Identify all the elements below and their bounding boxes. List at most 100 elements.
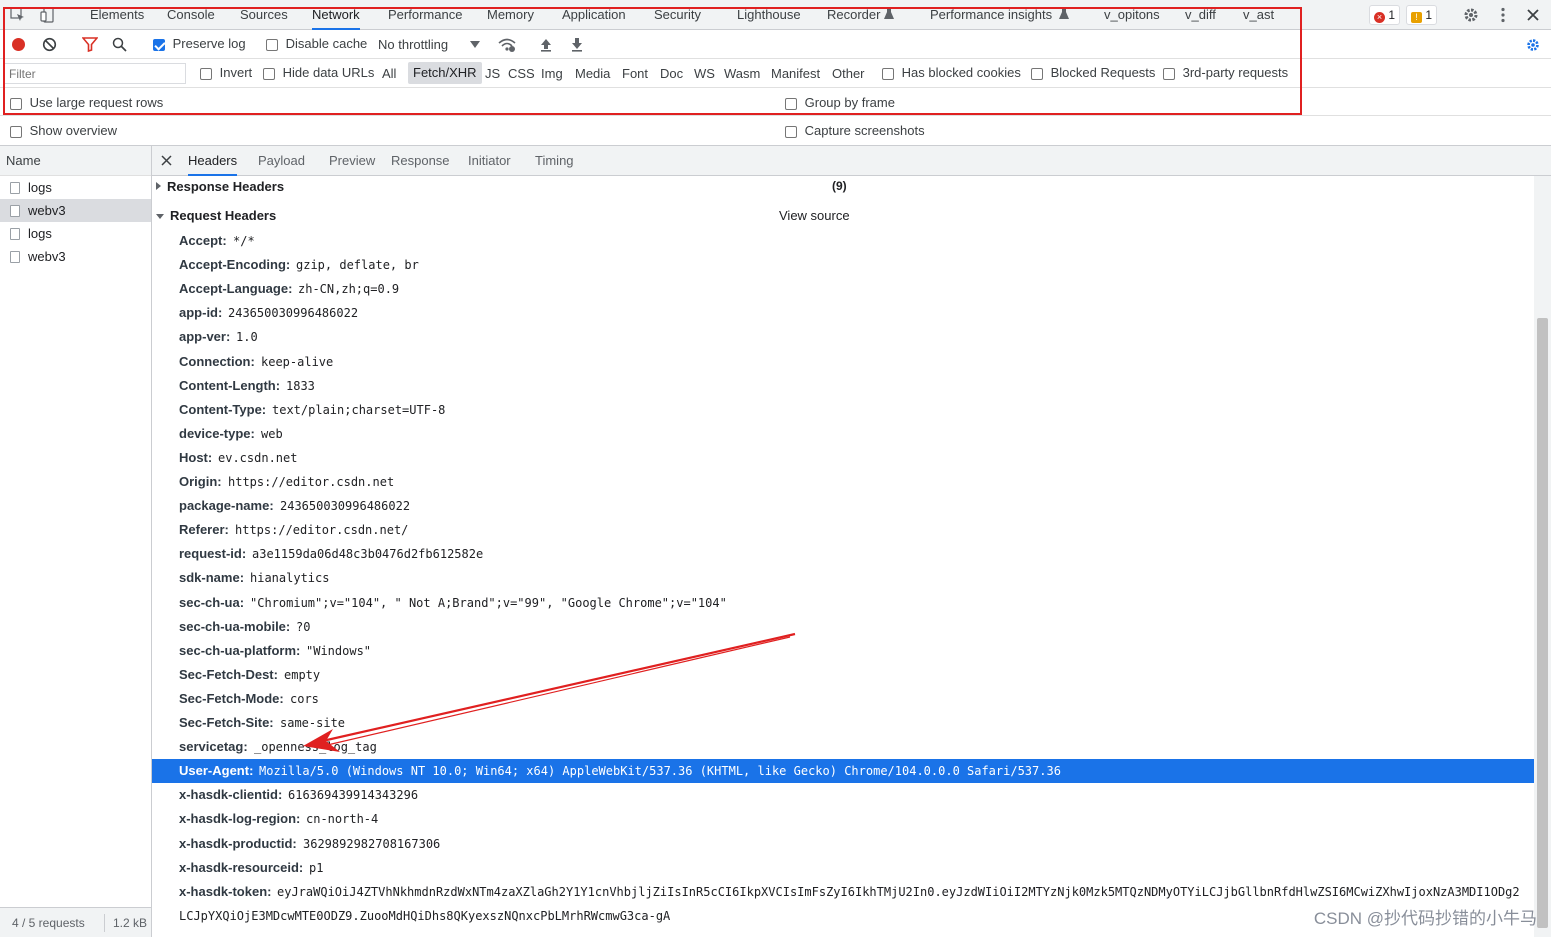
header-row[interactable]: request-id: a3e1159da06d48c3b0476d2fb6125… [152, 542, 1534, 566]
disable-cache-checkbox[interactable]: Disable cache [266, 36, 367, 51]
header-row[interactable]: Content-Type: text/plain;charset=UTF-8 [152, 398, 1534, 422]
header-row[interactable]: Connection: keep-alive [152, 350, 1534, 374]
type-filter-media[interactable]: Media [575, 66, 610, 81]
record-icon[interactable] [11, 37, 26, 52]
capture-screenshots-checkbox[interactable]: Capture screenshots [785, 123, 925, 138]
tab-memory[interactable]: Memory [487, 0, 534, 30]
device-toolbar-icon[interactable] [40, 7, 56, 23]
large-rows-check[interactable] [10, 97, 22, 110]
tab-elements[interactable]: Elements [90, 0, 144, 30]
tab-application[interactable]: Application [562, 0, 626, 30]
tab-sources[interactable]: Sources [240, 0, 288, 30]
request-row[interactable]: logs [0, 222, 151, 245]
hide-data-urls-checkbox[interactable]: Hide data URLs [263, 65, 374, 80]
type-filter-css[interactable]: CSS [508, 66, 535, 81]
group-by-frame-check[interactable] [785, 97, 797, 110]
third-party-check[interactable] [1163, 67, 1175, 80]
header-row[interactable]: sec-ch-ua-platform: "Windows" [152, 639, 1534, 663]
request-row[interactable]: webv3 [0, 245, 151, 268]
type-filter-font[interactable]: Font [622, 66, 648, 81]
header-row[interactable]: x-hasdk-token: eyJraWQiOiJ4ZTVhNkhmdnRzdW… [152, 880, 1534, 904]
header-row[interactable]: Referer: https://editor.csdn.net/ [152, 518, 1534, 542]
response-headers-section[interactable]: Response Headers [156, 179, 284, 194]
warning-count-badge[interactable]: ! 1 [1406, 5, 1438, 25]
clear-icon[interactable] [42, 37, 57, 52]
header-row[interactable]: x-hasdk-clientid: 616369439914343296 [152, 783, 1534, 807]
preserve-log-checkbox[interactable]: Preserve log [153, 36, 246, 51]
group-by-frame-checkbox[interactable]: Group by frame [785, 95, 895, 110]
type-filter-js[interactable]: JS [485, 66, 500, 81]
tab-initiator[interactable]: Initiator [468, 146, 511, 176]
tab-console[interactable]: Console [167, 0, 215, 30]
network-conditions-icon[interactable] [498, 37, 516, 53]
header-row[interactable]: x-hasdk-log-region: cn-north-4 [152, 807, 1534, 831]
header-row[interactable]: app-id: 243650030996486022 [152, 301, 1534, 325]
name-column-header[interactable]: Name [0, 146, 151, 176]
type-filter-all[interactable]: All [382, 66, 396, 81]
type-filter-other[interactable]: Other [832, 66, 865, 81]
tab-v-opitons[interactable]: v_opitons [1104, 0, 1160, 30]
header-row[interactable]: Accept-Language: zh-CN,zh;q=0.9 [152, 277, 1534, 301]
header-row[interactable]: Content-Length: 1833 [152, 374, 1534, 398]
blocked-cookies-check[interactable] [882, 67, 894, 80]
type-filter-manifest[interactable]: Manifest [771, 66, 820, 81]
header-row[interactable]: sec-ch-ua: "Chromium";v="104", " Not A;Br… [152, 591, 1534, 615]
header-row[interactable]: sdk-name: hianalytics [152, 566, 1534, 590]
type-filter-doc[interactable]: Doc [660, 66, 683, 81]
tab-lighthouse[interactable]: Lighthouse [737, 0, 801, 30]
tab-performance[interactable]: Performance [388, 0, 462, 30]
import-har-icon[interactable] [539, 37, 553, 52]
tab-response[interactable]: Response [391, 146, 450, 176]
header-row[interactable]: User-Agent: Mozilla/5.0 (Windows NT 10.0;… [152, 759, 1534, 783]
tab-headers[interactable]: Headers [188, 146, 238, 176]
tab-network[interactable]: Network [312, 0, 360, 30]
error-count-badge[interactable]: × 1 [1369, 5, 1401, 25]
view-source-link[interactable]: View source [779, 208, 850, 223]
tab-security[interactable]: Security [654, 0, 701, 30]
type-filter-wasm[interactable]: Wasm [724, 66, 760, 81]
network-settings-gear-icon[interactable] [1525, 37, 1541, 53]
large-rows-checkbox[interactable]: Use large request rows [10, 95, 163, 110]
disable-cache-check[interactable] [266, 38, 278, 51]
tab-recorder[interactable]: Recorder [827, 0, 880, 30]
header-row[interactable]: servicetag: _openness_log_tag [152, 735, 1534, 759]
tab-v-diff[interactable]: v_diff [1185, 0, 1216, 30]
type-filter-fetch-xhr[interactable]: Fetch/XHR [408, 62, 482, 84]
header-row[interactable]: Sec-Fetch-Mode: cors [152, 687, 1534, 711]
request-row[interactable]: webv3 [0, 199, 151, 222]
blocked-requests-check[interactable] [1031, 67, 1043, 80]
show-overview-check[interactable] [10, 125, 22, 138]
export-har-icon[interactable] [570, 37, 584, 52]
header-row[interactable]: x-hasdk-productid: 3629892982708167306 [152, 832, 1534, 856]
type-filter-ws[interactable]: WS [694, 66, 715, 81]
header-row[interactable]: app-ver: 1.0 [152, 325, 1534, 349]
header-row[interactable]: device-type: web [152, 422, 1534, 446]
capture-screenshots-check[interactable] [785, 125, 797, 138]
show-overview-checkbox[interactable]: Show overview [10, 123, 117, 138]
inspect-element-icon[interactable] [10, 7, 26, 23]
search-icon[interactable] [112, 37, 127, 52]
type-filter-img[interactable]: Img [541, 66, 563, 81]
detail-scrollbar[interactable] [1534, 176, 1551, 937]
header-row[interactable]: package-name: 243650030996486022 [152, 494, 1534, 518]
tab-performance-insights[interactable]: Performance insights [930, 0, 1052, 30]
close-devtools-icon[interactable] [1524, 6, 1542, 24]
header-row[interactable]: Host: ev.csdn.net [152, 446, 1534, 470]
header-row[interactable]: Sec-Fetch-Dest: empty [152, 663, 1534, 687]
filter-icon[interactable] [82, 37, 98, 52]
hide-data-urls-check[interactable] [263, 67, 275, 80]
header-row[interactable]: Accept-Encoding: gzip, deflate, br [152, 253, 1534, 277]
header-row[interactable]: x-hasdk-resourceid: p1 [152, 856, 1534, 880]
header-row[interactable]: Origin: https://editor.csdn.net [152, 470, 1534, 494]
blocked-cookies-checkbox[interactable]: Has blocked cookies [882, 65, 1021, 80]
filter-input[interactable] [4, 63, 186, 84]
more-options-icon[interactable] [1494, 6, 1512, 24]
tab-v-ast[interactable]: v_ast [1243, 0, 1274, 30]
request-headers-section[interactable]: Request Headers [156, 208, 276, 223]
header-row[interactable]: Sec-Fetch-Site: same-site [152, 711, 1534, 735]
invert-check[interactable] [200, 67, 212, 80]
invert-checkbox[interactable]: Invert [200, 65, 252, 80]
tab-preview[interactable]: Preview [329, 146, 375, 176]
header-row[interactable]: Accept: */* [152, 229, 1534, 253]
blocked-requests-checkbox[interactable]: Blocked Requests [1031, 65, 1155, 80]
